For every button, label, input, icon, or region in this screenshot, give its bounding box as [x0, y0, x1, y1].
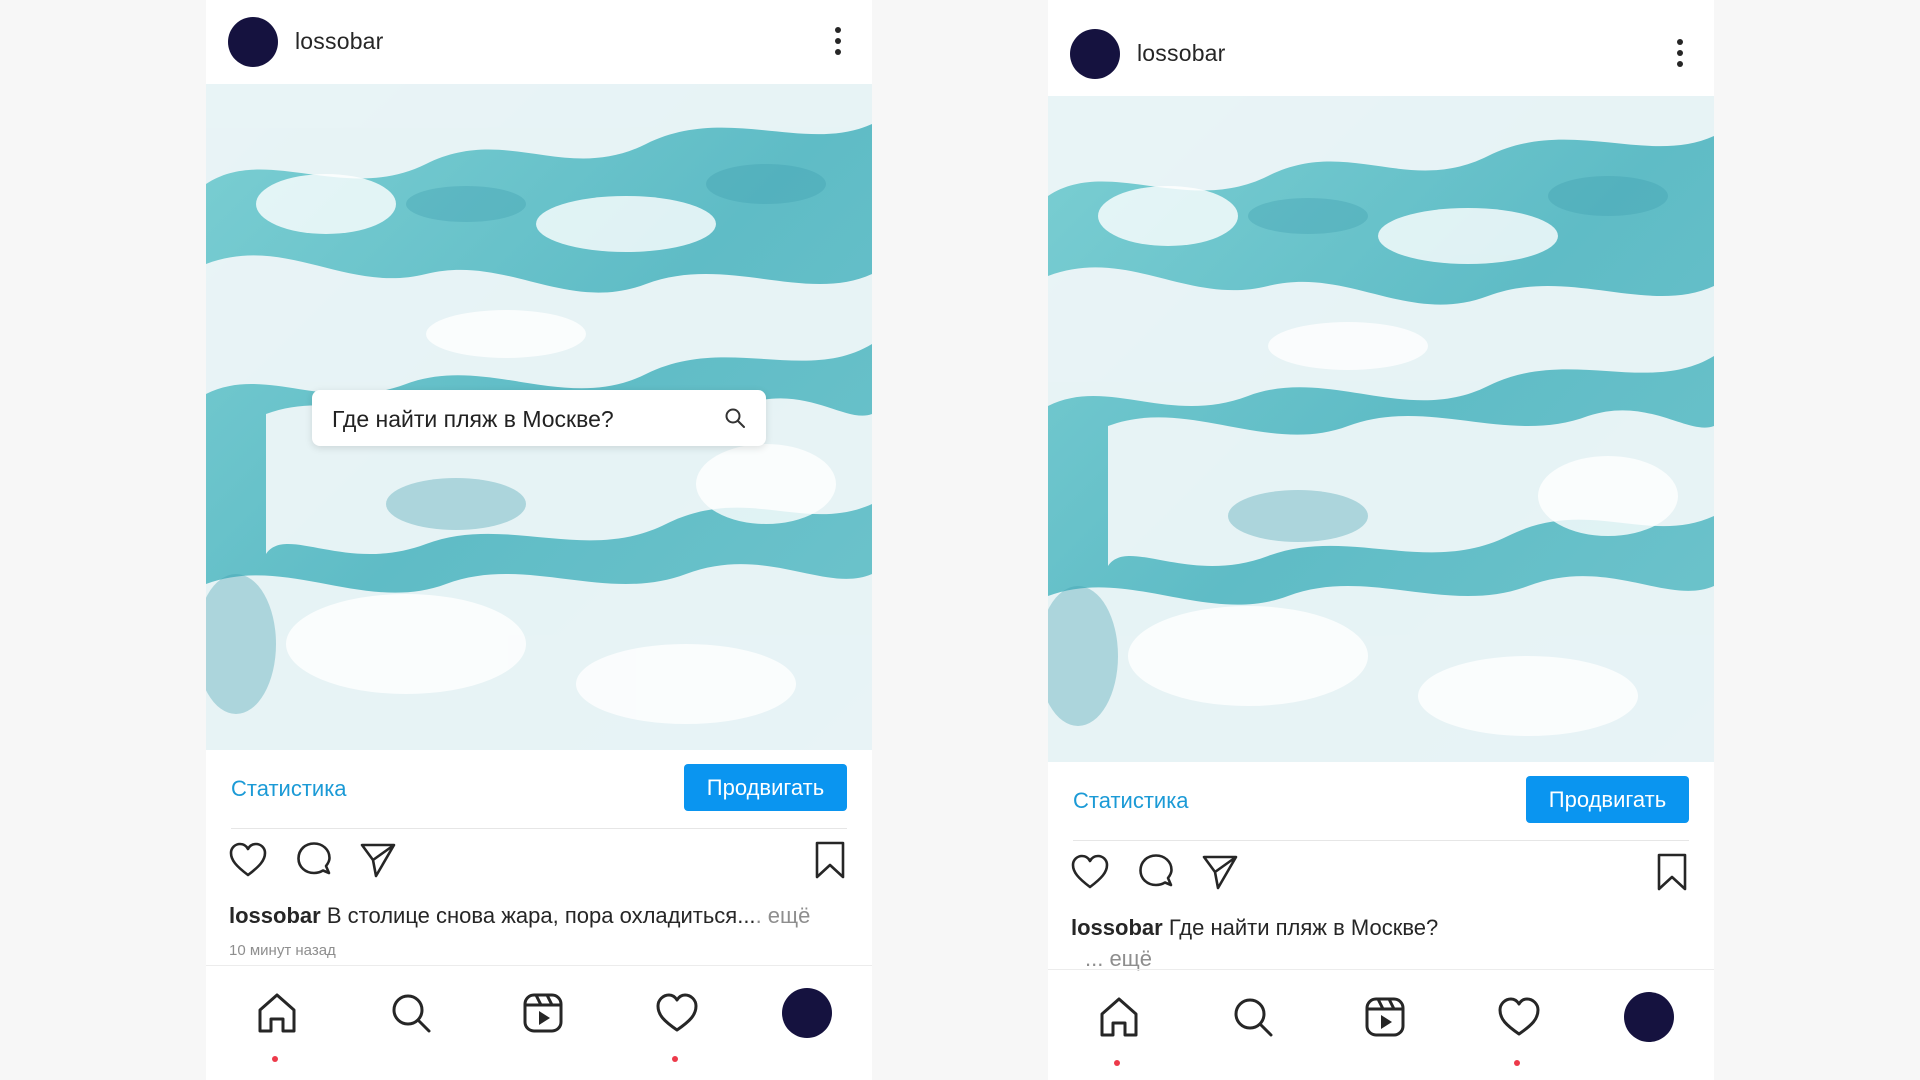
avatar	[1624, 992, 1674, 1042]
heart-icon[interactable]	[1070, 852, 1110, 892]
send-icon[interactable]	[358, 840, 398, 880]
profile-nav-item[interactable]	[1624, 992, 1674, 1042]
post-caption: lossobar В столице снова жара, пора охла…	[229, 901, 852, 931]
home-icon[interactable]	[252, 988, 302, 1038]
post-header: lossobar	[206, 0, 872, 82]
comment-icon[interactable]	[1136, 852, 1176, 892]
stats-row: Статистика Продвигать	[1073, 762, 1689, 841]
post-header: lossobar	[1048, 12, 1714, 94]
more-vertical-icon[interactable]	[1676, 38, 1684, 68]
heart-icon[interactable]	[652, 988, 702, 1038]
search-bubble: Где найти пляж в Москве?	[312, 390, 766, 446]
post-image[interactable]	[1048, 96, 1714, 762]
caption-text: Где найти пляж в Москве?	[1168, 915, 1439, 940]
profile-nav-item[interactable]	[782, 988, 832, 1038]
avatar	[782, 988, 832, 1038]
search-icon[interactable]	[1228, 992, 1278, 1042]
caption-more-link[interactable]: . ещё	[756, 903, 811, 928]
statistics-link[interactable]: Статистика	[231, 776, 347, 802]
bookmark-icon[interactable]	[1654, 852, 1690, 892]
username[interactable]: lossobar	[1137, 40, 1226, 67]
username[interactable]: lossobar	[295, 28, 384, 55]
search-icon[interactable]	[386, 988, 436, 1038]
sea-foam-photo	[1048, 96, 1714, 762]
heart-icon[interactable]	[228, 840, 268, 880]
reels-icon[interactable]	[1360, 992, 1410, 1042]
send-icon[interactable]	[1200, 852, 1240, 892]
bottom-nav	[206, 965, 872, 1062]
post-caption: lossobar Где найти пляж в Москве?	[1071, 913, 1694, 943]
notification-dot	[272, 1056, 278, 1062]
notification-dot	[672, 1056, 678, 1062]
home-icon[interactable]	[1094, 992, 1144, 1042]
caption-text: В столице снова жара, пора охладиться...	[326, 903, 756, 928]
more-vertical-icon[interactable]	[834, 26, 842, 56]
heart-icon[interactable]	[1494, 992, 1544, 1042]
caption-username[interactable]: lossobar	[229, 903, 321, 928]
post-timestamp: 10 минут назад	[229, 942, 336, 959]
statistics-link[interactable]: Статистика	[1073, 788, 1189, 814]
bottom-nav	[1048, 969, 1714, 1066]
caption-username[interactable]: lossobar	[1071, 915, 1163, 940]
promote-button[interactable]: Продвигать	[1526, 776, 1689, 823]
notification-dot	[1514, 1060, 1520, 1066]
avatar[interactable]	[228, 17, 278, 67]
search-query: Где найти пляж в Москве?	[332, 406, 614, 432]
notification-dot	[1114, 1060, 1120, 1066]
post-image[interactable]: Где найти пляж в Москве?	[206, 84, 872, 750]
stats-row: Статистика Продвигать	[231, 750, 847, 829]
post-actions	[206, 840, 872, 890]
search-icon	[725, 408, 745, 428]
promote-button[interactable]: Продвигать	[684, 764, 847, 811]
post-card-right: lossobar Статистика Продвигать lossobar …	[1048, 0, 1714, 1080]
reels-icon[interactable]	[518, 988, 568, 1038]
post-card-left: lossobar Где найти пляж в Москве? Статис…	[206, 0, 872, 1080]
comment-icon[interactable]	[294, 840, 334, 880]
post-actions	[1048, 852, 1714, 902]
bookmark-icon[interactable]	[812, 840, 848, 880]
avatar[interactable]	[1070, 29, 1120, 79]
